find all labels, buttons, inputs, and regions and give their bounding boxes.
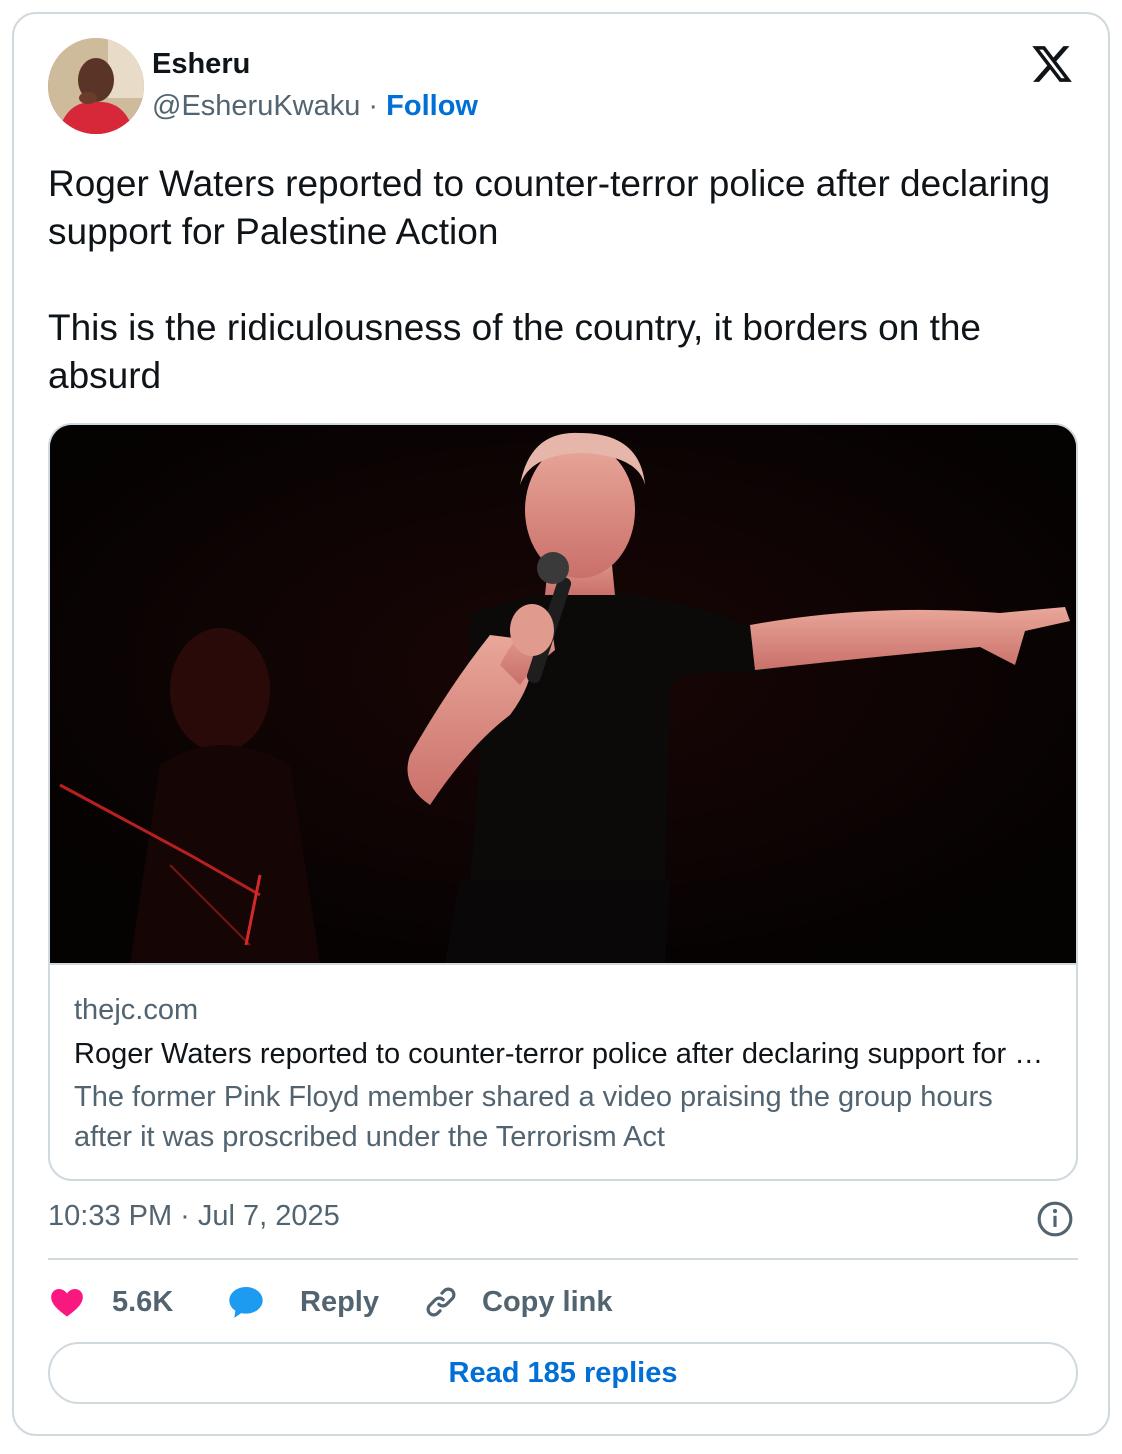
tweet-timestamp[interactable]: 10:33 PM · Jul 7, 2025 <box>48 1200 340 1233</box>
link-preview-image <box>50 425 1076 965</box>
handle-separator: · <box>360 90 387 122</box>
copy-link-label: Copy link <box>482 1285 613 1318</box>
reply-label: Reply <box>300 1285 379 1318</box>
tweet-embed-card: Esheru @EsheruKwaku · Follow Roger Water… <box>12 12 1110 1436</box>
reply-button[interactable]: Reply <box>226 1278 379 1326</box>
x-logo-icon[interactable] <box>1030 42 1074 86</box>
avatar-image <box>48 38 144 134</box>
link-icon <box>426 1287 456 1317</box>
avatar[interactable] <box>48 38 144 134</box>
tweet-paragraph: This is the ridiculousness of the countr… <box>48 307 982 396</box>
tweet-paragraph: Roger Waters reported to counter-terror … <box>48 163 1051 252</box>
link-preview-meta: thejc.com Roger Waters reported to count… <box>74 991 1054 1157</box>
user-name[interactable]: Esheru <box>152 48 250 81</box>
like-count: 5.6K <box>112 1285 174 1318</box>
link-preview-card[interactable]: thejc.com Roger Waters reported to count… <box>48 423 1078 1181</box>
read-replies-button[interactable]: Read 185 replies <box>48 1342 1078 1404</box>
user-handle[interactable]: @EsheruKwaku <box>152 90 360 122</box>
divider <box>48 1258 1078 1260</box>
heart-icon <box>51 1289 83 1317</box>
link-description: The former Pink Floyd member shared a vi… <box>74 1081 993 1153</box>
action-bar: 5.6K Reply Copy link <box>48 1278 1078 1326</box>
info-icon[interactable] <box>1036 1200 1074 1238</box>
concert-photo <box>50 425 1076 963</box>
reply-bubble-icon <box>229 1287 263 1318</box>
like-button[interactable]: 5.6K <box>48 1278 173 1326</box>
handle-row: @EsheruKwaku · Follow <box>152 90 478 123</box>
link-title: Roger Waters reported to counter-terror … <box>74 1038 1054 1070</box>
tweet-text: Roger Waters reported to counter-terror … <box>48 160 1068 400</box>
link-domain: thejc.com <box>74 994 199 1026</box>
follow-button[interactable]: Follow <box>386 90 478 122</box>
copy-link-button[interactable]: Copy link <box>422 1278 613 1326</box>
